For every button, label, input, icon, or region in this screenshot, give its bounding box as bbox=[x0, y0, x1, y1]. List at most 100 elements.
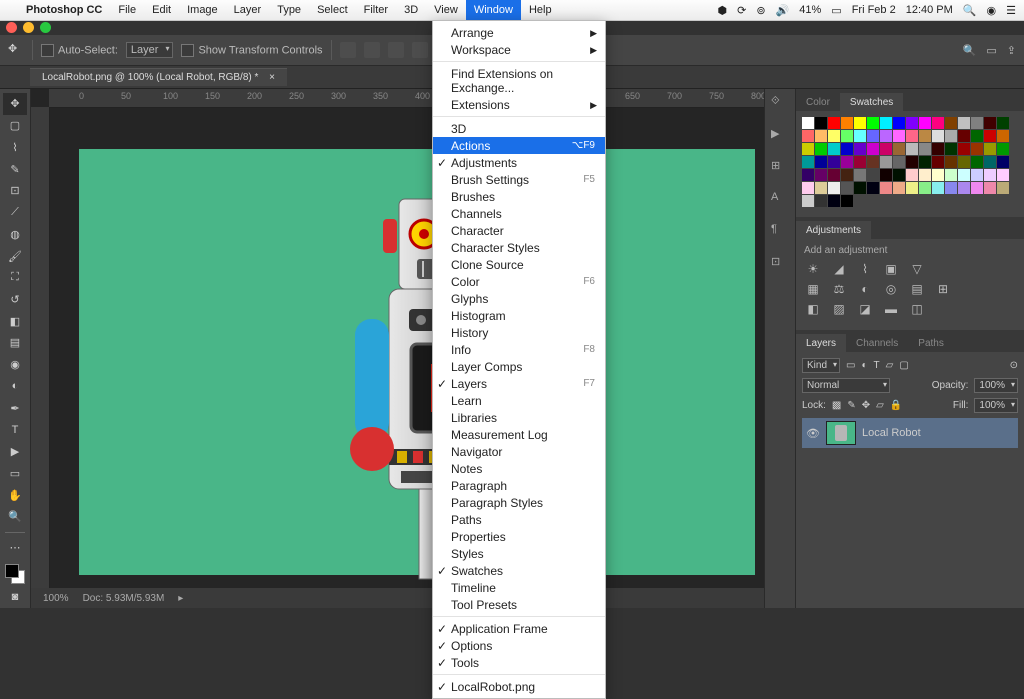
wifi-icon[interactable]: ⊚ bbox=[756, 4, 765, 17]
swatch[interactable] bbox=[919, 117, 931, 129]
swatch[interactable] bbox=[906, 143, 918, 155]
auto-select-checkbox[interactable]: Auto-Select: bbox=[41, 44, 118, 57]
filter-toggle[interactable]: ⊙ bbox=[1010, 360, 1018, 371]
menu-item-styles[interactable]: Styles bbox=[433, 545, 605, 562]
foreground-background-colors[interactable] bbox=[3, 562, 27, 586]
quick-select-tool[interactable]: ✎ bbox=[3, 158, 27, 180]
tab-adjustments[interactable]: Adjustments bbox=[796, 221, 871, 239]
menubar-time[interactable]: 12:40 PM bbox=[906, 4, 953, 16]
dock-paragraph-icon[interactable]: ¶ bbox=[771, 223, 789, 241]
menu-view[interactable]: View bbox=[426, 0, 466, 20]
menu-window[interactable]: Window bbox=[466, 0, 521, 20]
swatch[interactable] bbox=[945, 117, 957, 129]
swatch[interactable] bbox=[932, 169, 944, 181]
levels-icon[interactable]: ◢ bbox=[830, 262, 848, 276]
menu-item-color[interactable]: ColorF6 bbox=[433, 273, 605, 290]
swatch[interactable] bbox=[971, 169, 983, 181]
swatch[interactable] bbox=[906, 117, 918, 129]
swatch[interactable] bbox=[880, 169, 892, 181]
swatch[interactable] bbox=[919, 130, 931, 142]
swatch[interactable] bbox=[815, 169, 827, 181]
swatch[interactable] bbox=[854, 143, 866, 155]
menu-item-adjustments[interactable]: Adjustments✓ bbox=[433, 154, 605, 171]
swatch[interactable] bbox=[867, 143, 879, 155]
swatch[interactable] bbox=[919, 169, 931, 181]
swatch[interactable] bbox=[815, 130, 827, 142]
menu-item-measurement-log[interactable]: Measurement Log bbox=[433, 426, 605, 443]
swatch[interactable] bbox=[893, 182, 905, 194]
show-transform-checkbox[interactable]: Show Transform Controls bbox=[181, 44, 322, 57]
lock-position-icon[interactable]: ✥ bbox=[862, 400, 870, 411]
zoom-tool[interactable]: 🔍 bbox=[3, 506, 27, 528]
menu-item-libraries[interactable]: Libraries bbox=[433, 409, 605, 426]
menu-layer[interactable]: Layer bbox=[226, 0, 270, 20]
gradient-map-icon[interactable]: ▬ bbox=[882, 302, 900, 316]
close-window-icon[interactable] bbox=[6, 22, 17, 33]
menu-item-histogram[interactable]: Histogram bbox=[433, 307, 605, 324]
swatch[interactable] bbox=[958, 143, 970, 155]
window-controls[interactable] bbox=[6, 22, 51, 33]
menu-item-tools[interactable]: Tools✓ bbox=[433, 654, 605, 671]
swatch[interactable] bbox=[932, 182, 944, 194]
swatch[interactable] bbox=[802, 195, 814, 207]
threshold-icon[interactable]: ◪ bbox=[856, 302, 874, 316]
menu-item-find-extensions-on-exchange-[interactable]: Find Extensions on Exchange... bbox=[433, 65, 605, 96]
dropbox-icon[interactable]: ⬢ bbox=[718, 4, 728, 17]
swatch[interactable] bbox=[854, 182, 866, 194]
filter-type-icon[interactable]: T bbox=[874, 360, 880, 371]
swatch[interactable] bbox=[958, 156, 970, 168]
blur-tool[interactable]: ◉ bbox=[3, 354, 27, 376]
swatch[interactable] bbox=[906, 182, 918, 194]
swatch[interactable] bbox=[828, 130, 840, 142]
swatch[interactable] bbox=[867, 156, 879, 168]
menu-item-layers[interactable]: Layers✓F7 bbox=[433, 375, 605, 392]
volume-icon[interactable]: 🔊 bbox=[776, 4, 790, 17]
swatch[interactable] bbox=[932, 156, 944, 168]
swatch[interactable] bbox=[880, 156, 892, 168]
menu-image[interactable]: Image bbox=[179, 0, 226, 20]
swatch[interactable] bbox=[984, 130, 996, 142]
swatch[interactable] bbox=[919, 143, 931, 155]
dock-libraries-icon[interactable]: ⊡ bbox=[771, 255, 789, 273]
swatch[interactable] bbox=[997, 182, 1009, 194]
pen-tool[interactable]: ✒ bbox=[3, 397, 27, 419]
swatch[interactable] bbox=[984, 169, 996, 181]
status-arrow-icon[interactable]: ▸ bbox=[178, 593, 183, 604]
window-menu-dropdown[interactable]: Arrange▶Workspace▶Find Extensions on Exc… bbox=[432, 20, 606, 699]
swatch[interactable] bbox=[880, 182, 892, 194]
swatch[interactable] bbox=[997, 143, 1009, 155]
menu-file[interactable]: File bbox=[110, 0, 144, 20]
eraser-tool[interactable]: ◧ bbox=[3, 310, 27, 332]
swatch[interactable] bbox=[815, 156, 827, 168]
opacity-value[interactable]: 100% bbox=[974, 378, 1018, 393]
horizontal-ruler[interactable]: 0501001502002503003504004505005506006507… bbox=[49, 89, 764, 108]
clone-stamp-tool[interactable]: ⛶ bbox=[3, 267, 27, 289]
share-icon[interactable]: ⇪ bbox=[1007, 44, 1016, 57]
menu-item-properties[interactable]: Properties bbox=[433, 528, 605, 545]
swatch[interactable] bbox=[919, 182, 931, 194]
menu-item-layer-comps[interactable]: Layer Comps bbox=[433, 358, 605, 375]
menu-item-navigator[interactable]: Navigator bbox=[433, 443, 605, 460]
swatch[interactable] bbox=[945, 130, 957, 142]
menu-item-character-styles[interactable]: Character Styles bbox=[433, 239, 605, 256]
dock-properties-icon[interactable]: ⊞ bbox=[771, 159, 789, 177]
swatch[interactable] bbox=[984, 156, 996, 168]
menu-item-channels[interactable]: Channels bbox=[433, 205, 605, 222]
posterize-icon[interactable]: ▨ bbox=[830, 302, 848, 316]
crop-tool[interactable]: ⊡ bbox=[3, 180, 27, 202]
menu-item-clone-source[interactable]: Clone Source bbox=[433, 256, 605, 273]
lock-artboard-icon[interactable]: ▱ bbox=[876, 400, 884, 411]
menu-type[interactable]: Type bbox=[269, 0, 309, 20]
battery-icon[interactable]: ▭ bbox=[831, 4, 841, 17]
align-left-icon[interactable] bbox=[340, 42, 356, 58]
swatch[interactable] bbox=[828, 195, 840, 207]
swatch[interactable] bbox=[841, 169, 853, 181]
swatch[interactable] bbox=[802, 169, 814, 181]
swatch[interactable] bbox=[880, 143, 892, 155]
menu-item-application-frame[interactable]: Application Frame✓ bbox=[433, 620, 605, 637]
menu-item-glyphs[interactable]: Glyphs bbox=[433, 290, 605, 307]
swatch[interactable] bbox=[893, 117, 905, 129]
swatch[interactable] bbox=[815, 195, 827, 207]
swatch[interactable] bbox=[906, 130, 918, 142]
workspace-icon[interactable]: ▭ bbox=[986, 44, 996, 57]
